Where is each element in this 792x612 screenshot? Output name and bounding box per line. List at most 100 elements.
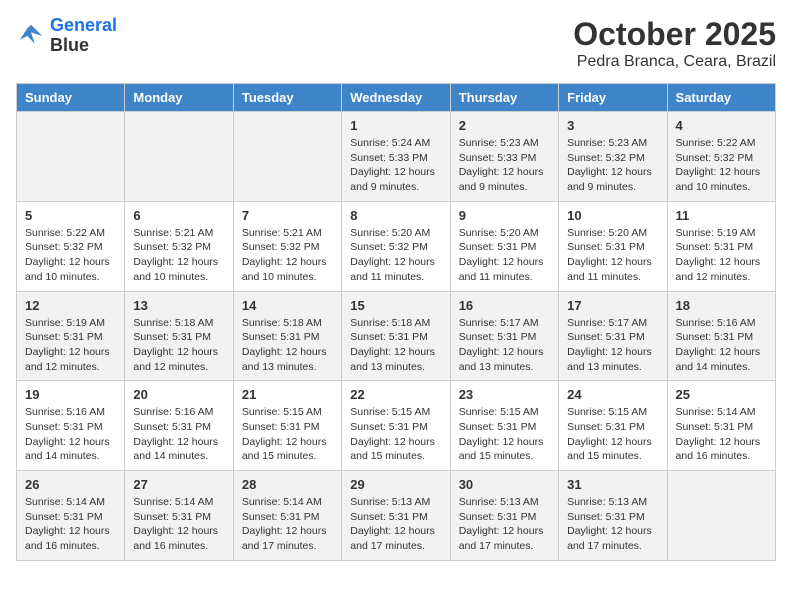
calendar-cell: 6 Sunrise: 5:21 AMSunset: 5:32 PMDaylight…	[125, 201, 233, 291]
day-number: 29	[350, 477, 441, 492]
calendar-cell: 15 Sunrise: 5:18 AMSunset: 5:31 PMDayligh…	[342, 291, 450, 381]
calendar-cell: 22Sunrise: 5:15 AMSunset: 5:31 PMDayligh…	[342, 381, 450, 471]
day-number: 1	[350, 118, 441, 133]
day-info: Sunrise: 5:19 AMSunset: 5:31 PMDaylight:…	[676, 226, 767, 285]
calendar-table: SundayMondayTuesdayWednesdayThursdayFrid…	[16, 83, 776, 561]
day-info: Sunrise: 5:15 AMSunset: 5:31 PMDaylight:…	[242, 405, 333, 464]
day-info: Sunrise: 5:21 AMSunset: 5:32 PMDaylight:…	[133, 226, 224, 285]
day-info: Sunrise: 5:18 AMSunset: 5:31 PMDaylight:…	[133, 316, 224, 375]
calendar-cell: 12 Sunrise: 5:19 AMSunset: 5:31 PMDayligh…	[17, 291, 125, 381]
day-info: Sunrise: 5:14 AMSunset: 5:31 PMDaylight:…	[676, 405, 767, 464]
day-number: 13	[133, 298, 224, 313]
calendar-cell: 24 Sunrise: 5:15 AMSunset: 5:31 PMDayligh…	[559, 381, 667, 471]
day-number: 12	[25, 298, 116, 313]
day-number: 10	[567, 208, 658, 223]
weekday-header-monday: Monday	[125, 84, 233, 112]
day-info: Sunrise: 5:22 AMSunset: 5:32 PMDaylight:…	[676, 136, 767, 195]
day-info: Sunrise: 5:24 AMSunset: 5:33 PMDaylight:…	[350, 136, 441, 195]
calendar-cell: 26 Sunrise: 5:14 AMSunset: 5:31 PMDayligh…	[17, 471, 125, 561]
calendar-cell: 5 Sunrise: 5:22 AMSunset: 5:32 PMDaylight…	[17, 201, 125, 291]
day-number: 26	[25, 477, 116, 492]
weekday-header-wednesday: Wednesday	[342, 84, 450, 112]
calendar-week-4: 19 Sunrise: 5:16 AMSunset: 5:31 PMDayligh…	[17, 381, 776, 471]
calendar-cell: 2 Sunrise: 5:23 AMSunset: 5:33 PMDaylight…	[450, 112, 558, 202]
day-info: Sunrise: 5:18 AMSunset: 5:31 PMDaylight:…	[242, 316, 333, 375]
day-info: Sunrise: 5:16 AMSunset: 5:31 PMDaylight:…	[133, 405, 224, 464]
day-info: Sunrise: 5:18 AMSunset: 5:31 PMDaylight:…	[350, 316, 441, 375]
day-number: 30	[459, 477, 550, 492]
day-number: 31	[567, 477, 658, 492]
calendar-cell: 14Sunrise: 5:18 AMSunset: 5:31 PMDayligh…	[233, 291, 341, 381]
location-title: Pedra Branca, Ceara, Brazil	[573, 53, 776, 71]
calendar-cell: 8 Sunrise: 5:20 AMSunset: 5:32 PMDaylight…	[342, 201, 450, 291]
day-number: 7	[242, 208, 333, 223]
calendar-cell: 31 Sunrise: 5:13 AMSunset: 5:31 PMDayligh…	[559, 471, 667, 561]
day-info: Sunrise: 5:23 AMSunset: 5:33 PMDaylight:…	[459, 136, 550, 195]
day-info: Sunrise: 5:19 AMSunset: 5:31 PMDaylight:…	[25, 316, 116, 375]
day-number: 17	[567, 298, 658, 313]
day-info: Sunrise: 5:14 AMSunset: 5:31 PMDaylight:…	[25, 495, 116, 554]
weekday-header-friday: Friday	[559, 84, 667, 112]
day-number: 27	[133, 477, 224, 492]
day-number: 24	[567, 387, 658, 402]
calendar-cell	[125, 112, 233, 202]
day-number: 4	[676, 118, 767, 133]
calendar-cell: 7 Sunrise: 5:21 AMSunset: 5:32 PMDaylight…	[233, 201, 341, 291]
day-number: 2	[459, 118, 550, 133]
page-header: General Blue October 2025 Pedra Branca, …	[16, 16, 776, 71]
calendar-week-3: 12 Sunrise: 5:19 AMSunset: 5:31 PMDayligh…	[17, 291, 776, 381]
calendar-cell: 21 Sunrise: 5:15 AMSunset: 5:31 PMDayligh…	[233, 381, 341, 471]
day-info: Sunrise: 5:13 AMSunset: 5:31 PMDaylight:…	[350, 495, 441, 554]
day-number: 6	[133, 208, 224, 223]
day-info: Sunrise: 5:15 AMSunset: 5:31 PMDaylight:…	[459, 405, 550, 464]
calendar-cell: 29 Sunrise: 5:13 AMSunset: 5:31 PMDayligh…	[342, 471, 450, 561]
day-info: Sunrise: 5:14 AMSunset: 5:31 PMDaylight:…	[242, 495, 333, 554]
day-number: 3	[567, 118, 658, 133]
day-info: Sunrise: 5:21 AMSunset: 5:32 PMDaylight:…	[242, 226, 333, 285]
calendar-cell: 30Sunrise: 5:13 AMSunset: 5:31 PMDayligh…	[450, 471, 558, 561]
day-info: Sunrise: 5:16 AMSunset: 5:31 PMDaylight:…	[676, 316, 767, 375]
day-number: 19	[25, 387, 116, 402]
calendar-cell: 9Sunrise: 5:20 AMSunset: 5:31 PMDaylight…	[450, 201, 558, 291]
calendar-cell: 3 Sunrise: 5:23 AMSunset: 5:32 PMDaylight…	[559, 112, 667, 202]
day-number: 5	[25, 208, 116, 223]
day-number: 18	[676, 298, 767, 313]
calendar-cell: 1 Sunrise: 5:24 AMSunset: 5:33 PMDaylight…	[342, 112, 450, 202]
calendar-cell: 25Sunrise: 5:14 AMSunset: 5:31 PMDayligh…	[667, 381, 775, 471]
calendar-cell: 17Sunrise: 5:17 AMSunset: 5:31 PMDayligh…	[559, 291, 667, 381]
calendar-week-5: 26 Sunrise: 5:14 AMSunset: 5:31 PMDayligh…	[17, 471, 776, 561]
logo-icon	[16, 21, 46, 51]
day-info: Sunrise: 5:22 AMSunset: 5:32 PMDaylight:…	[25, 226, 116, 285]
calendar-cell: 4 Sunrise: 5:22 AMSunset: 5:32 PMDaylight…	[667, 112, 775, 202]
day-info: Sunrise: 5:20 AMSunset: 5:31 PMDaylight:…	[567, 226, 658, 285]
calendar-cell: 27Sunrise: 5:14 AMSunset: 5:31 PMDayligh…	[125, 471, 233, 561]
day-number: 8	[350, 208, 441, 223]
day-info: Sunrise: 5:15 AMSunset: 5:31 PMDaylight:…	[567, 405, 658, 464]
day-info: Sunrise: 5:23 AMSunset: 5:32 PMDaylight:…	[567, 136, 658, 195]
weekday-header-sunday: Sunday	[17, 84, 125, 112]
calendar-cell: 13 Sunrise: 5:18 AMSunset: 5:31 PMDayligh…	[125, 291, 233, 381]
day-info: Sunrise: 5:16 AMSunset: 5:31 PMDaylight:…	[25, 405, 116, 464]
calendar-cell	[17, 112, 125, 202]
weekday-header-thursday: Thursday	[450, 84, 558, 112]
day-number: 20	[133, 387, 224, 402]
day-number: 28	[242, 477, 333, 492]
calendar-cell: 16Sunrise: 5:17 AMSunset: 5:31 PMDayligh…	[450, 291, 558, 381]
calendar-cell	[667, 471, 775, 561]
calendar-week-2: 5 Sunrise: 5:22 AMSunset: 5:32 PMDaylight…	[17, 201, 776, 291]
calendar-cell	[233, 112, 341, 202]
weekday-header-tuesday: Tuesday	[233, 84, 341, 112]
day-number: 21	[242, 387, 333, 402]
calendar-cell: 23 Sunrise: 5:15 AMSunset: 5:31 PMDayligh…	[450, 381, 558, 471]
calendar-cell: 11Sunrise: 5:19 AMSunset: 5:31 PMDayligh…	[667, 201, 775, 291]
day-info: Sunrise: 5:20 AMSunset: 5:32 PMDaylight:…	[350, 226, 441, 285]
title-block: October 2025 Pedra Branca, Ceara, Brazil	[573, 16, 776, 71]
logo: General Blue	[16, 16, 117, 56]
day-number: 15	[350, 298, 441, 313]
day-number: 23	[459, 387, 550, 402]
day-number: 16	[459, 298, 550, 313]
calendar-cell: 18 Sunrise: 5:16 AMSunset: 5:31 PMDayligh…	[667, 291, 775, 381]
logo-text: General Blue	[50, 16, 117, 56]
day-info: Sunrise: 5:13 AMSunset: 5:31 PMDaylight:…	[567, 495, 658, 554]
calendar-week-1: 1 Sunrise: 5:24 AMSunset: 5:33 PMDaylight…	[17, 112, 776, 202]
